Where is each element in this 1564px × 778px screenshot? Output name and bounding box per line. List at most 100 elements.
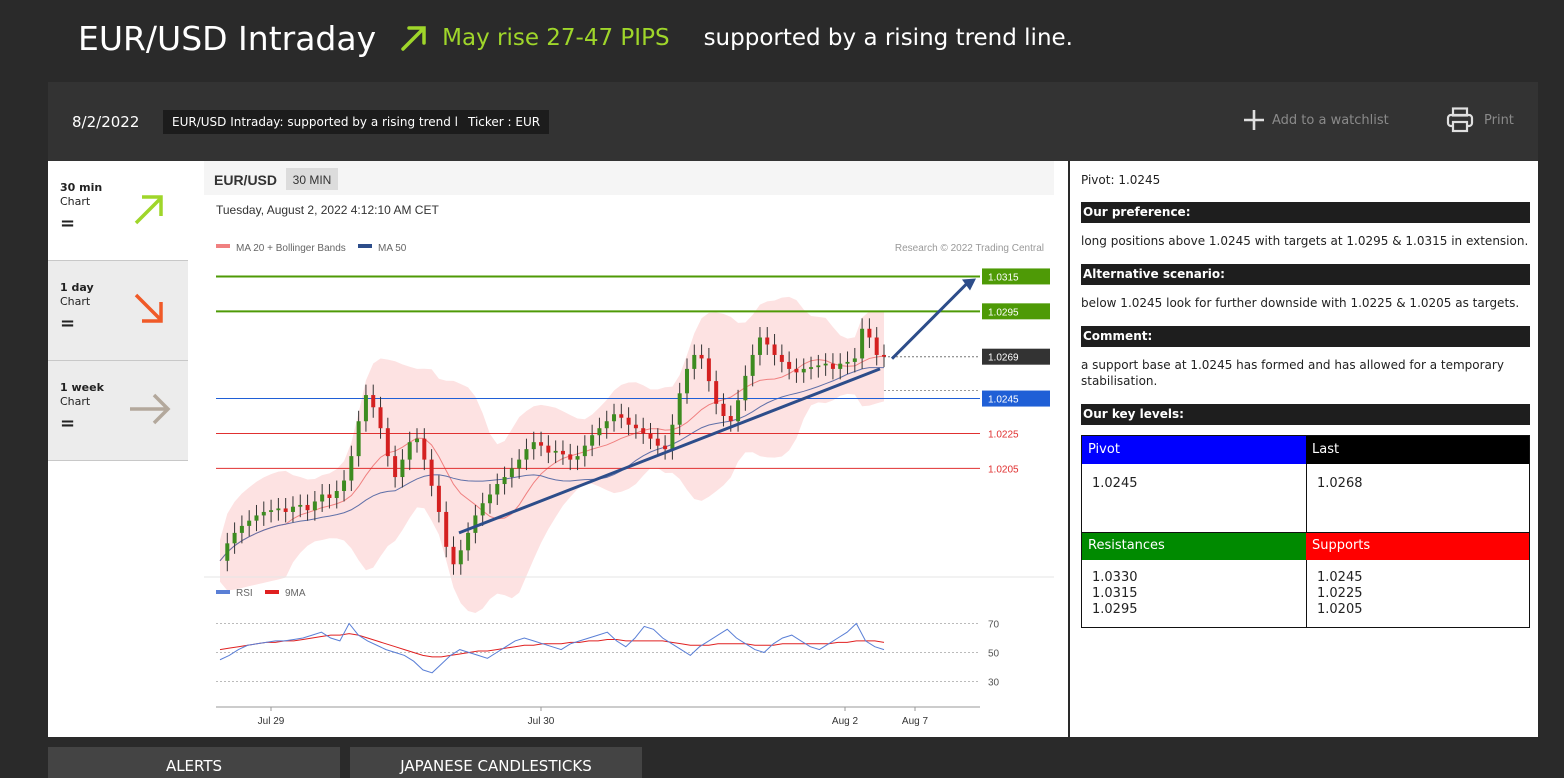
candle-body <box>305 504 310 511</box>
candle-body <box>473 515 478 533</box>
candle-body <box>232 532 237 544</box>
print-label: Print <box>1484 112 1514 128</box>
candle-body <box>867 328 872 338</box>
candle-body <box>663 445 668 450</box>
candle-body <box>633 424 638 429</box>
chart-svg: EUR/USD 30 MIN Tuesday, August 2, 2022 4… <box>204 161 1054 727</box>
legend-bb-swatch <box>216 244 230 248</box>
candle-body <box>794 368 799 373</box>
candle-body <box>239 525 244 533</box>
timeframe-eq: = <box>60 213 76 234</box>
candle-body <box>524 449 529 460</box>
page-title: EUR/USD Intraday <box>78 18 377 58</box>
candle-body <box>604 421 609 429</box>
candle-body <box>582 445 587 457</box>
candle-body <box>312 501 317 511</box>
candle-body <box>736 400 741 422</box>
timeframe-sub: Chart <box>60 195 91 208</box>
candle-body <box>480 503 485 516</box>
resistances-header: Resistances <box>1082 532 1306 560</box>
candle-body <box>334 491 339 498</box>
price-chart[interactable]: EUR/USD 30 MIN Tuesday, August 2, 2022 4… <box>204 161 1054 737</box>
candle-body <box>385 428 390 457</box>
candle-body <box>487 494 492 504</box>
chart-timestamp: Tuesday, August 2, 2022 4:12:10 AM CET <box>216 203 439 217</box>
candle-body <box>458 550 463 565</box>
rise-text: May rise 27-47 PIPS <box>442 25 670 51</box>
rsi-plot: 70 50 30 <box>216 620 1000 689</box>
candle-body <box>874 337 879 355</box>
candle-body <box>320 494 325 502</box>
candle-body <box>852 358 857 362</box>
candle-body <box>429 459 434 486</box>
page: EUR/USD Intraday May rise 27-47 PIPS sup… <box>0 0 1564 778</box>
candle-body <box>342 480 347 492</box>
resistances-values: 1.0330 1.0315 1.0295 <box>1082 560 1306 627</box>
timeframe-sub: Chart <box>60 395 91 408</box>
print-button[interactable]: Print <box>1446 107 1514 133</box>
level-label: 1.0295 <box>988 307 1019 318</box>
pivot-text: Pivot: 1.0245 <box>1081 173 1161 187</box>
arrow-up-right-icon <box>401 26 426 51</box>
x-axis-ticks: Jul 29 Jul 30 Aug 2 Aug 7 <box>258 707 929 727</box>
candle-body <box>684 368 689 394</box>
analysis-panel: Pivot: 1.0245 Our preference: long posit… <box>1068 161 1538 737</box>
bollinger-band <box>220 296 884 613</box>
candle-body <box>502 477 507 485</box>
candle-body <box>692 354 697 369</box>
candle-body <box>728 416 733 422</box>
timeframe-1week[interactable]: 1 week Chart = <box>48 361 188 461</box>
candle-body <box>363 395 368 422</box>
candle-body <box>247 520 252 526</box>
x-tick-label: Aug 2 <box>832 716 859 727</box>
support-value: 1.0205 <box>1317 602 1363 617</box>
candle-body <box>553 450 558 453</box>
candle-body <box>531 442 536 450</box>
candle-body <box>349 456 354 481</box>
tab-alerts[interactable]: ALERTS <box>48 747 340 778</box>
rsi-tick: 70 <box>988 620 1000 631</box>
candle-body <box>400 459 405 478</box>
candle-body <box>407 442 412 460</box>
candle-body <box>378 407 383 429</box>
alternative-heading: Alternative scenario: <box>1081 264 1530 285</box>
legend-ma50: MA 50 <box>378 243 407 254</box>
candle-body <box>845 361 850 364</box>
candle-body <box>254 515 259 521</box>
timeframe-eq: = <box>60 313 76 334</box>
candle-body <box>619 414 624 418</box>
ticker-tag: Ticker : EUR <box>459 110 550 134</box>
candle-body <box>466 532 471 551</box>
resistance-value: 1.0330 <box>1092 570 1138 585</box>
candle-body <box>838 363 843 369</box>
candle-body <box>765 337 770 345</box>
candle-body <box>495 484 500 495</box>
table-divider <box>1082 532 1529 533</box>
candle-body <box>626 417 631 425</box>
candle-body <box>546 445 551 453</box>
page-subtitle: supported by a rising trend line. <box>703 25 1073 51</box>
timeframe-eq: = <box>60 413 76 434</box>
candle-body <box>677 393 682 425</box>
add-watchlist-button[interactable]: Add to a watchlist <box>1242 108 1389 132</box>
level-label: 1.0225 <box>988 429 1019 440</box>
candle-body <box>444 511 449 547</box>
level-label: 1.0245 <box>988 395 1019 406</box>
tab-japanese-candlesticks[interactable]: JAPANESE CANDLESTICKS <box>350 747 642 778</box>
candle-body <box>327 494 332 498</box>
rsi-line <box>219 622 885 674</box>
candle-body <box>699 354 704 359</box>
main-plot: 1.0315 1.0295 1.0269 1.0245 1.0225 1.0205 <box>216 268 1050 613</box>
candle-body <box>772 344 777 355</box>
candle-body <box>830 363 835 369</box>
timeframe-30min[interactable]: 30 min Chart = <box>48 161 188 261</box>
last-header: Last <box>1306 436 1529 464</box>
candle-body <box>451 546 456 565</box>
timeframe-1day[interactable]: 1 day Chart = <box>48 261 188 361</box>
rsi-tick: 30 <box>988 678 1000 689</box>
summary-tag: EUR/USD Intraday: supported by a rising … <box>163 110 490 134</box>
chart-section: 30 min Chart = 1 day Chart = 1 week Char… <box>48 161 1068 737</box>
candle-body <box>641 428 646 434</box>
support-value: 1.0225 <box>1317 586 1363 601</box>
candle-body <box>670 424 675 450</box>
